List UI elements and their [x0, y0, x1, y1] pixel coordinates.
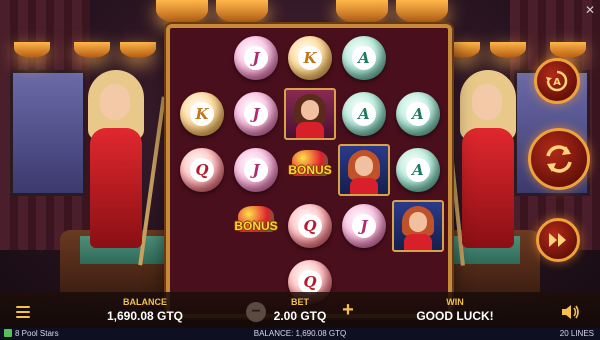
ceiling-lamp [336, 0, 388, 24]
pool-ball-icon: J [234, 148, 278, 192]
symbol-letter: K [298, 46, 322, 70]
symbol-letter: A [406, 158, 430, 182]
portrait-icon [392, 200, 444, 252]
game-background: K Q J J J BONUS K BONUS Q Q A A J A A A [0, 0, 600, 340]
balance-label: BALANCE [123, 297, 167, 307]
symbol-ball-j: J [230, 32, 282, 84]
left-window [10, 70, 86, 196]
pool-ball-icon: J [234, 92, 278, 136]
symbol-letter: K [190, 102, 214, 126]
plus-icon: + [342, 298, 354, 321]
symbol-letter: J [244, 46, 268, 70]
spin-button[interactable] [528, 128, 590, 190]
win-label: WIN [446, 297, 464, 307]
bonus-icon: BONUS [230, 206, 282, 246]
reel-grid: K Q J J J BONUS K BONUS Q Q A A J A A [166, 24, 452, 318]
autoplay-button[interactable]: A [534, 58, 580, 104]
pool-ball-icon: K [288, 36, 332, 80]
pool-ball-icon: J [234, 36, 278, 80]
pool-ball-icon: Q [180, 148, 224, 192]
close-icon: ✕ [584, 3, 596, 17]
status-bar: 8 Pool Stars BALANCE: 1,690.08 GTQ 20 LI… [0, 328, 600, 340]
symbol-letter: Q [298, 270, 322, 294]
ceiling-lamp [74, 42, 110, 58]
pool-ball-icon: K [180, 92, 224, 136]
pool-ball-icon: A [396, 148, 440, 192]
symbol-ball-a: A [338, 88, 390, 140]
sound-button[interactable] [560, 304, 580, 320]
ceiling-lamp [120, 42, 156, 58]
symbol-ball-a: A [392, 144, 444, 196]
bonus-label: BONUS [288, 163, 332, 177]
bet-label: BET [291, 297, 309, 307]
status-balance: BALANCE: 1,690.08 GTQ [253, 329, 347, 338]
bonus-icon: BONUS [284, 150, 336, 190]
symbol-bonus: BONUS [230, 200, 282, 252]
symbol-letter: J [352, 214, 376, 238]
symbol-ball-a: A [338, 32, 390, 84]
symbol-letter: J [244, 158, 268, 182]
symbol-letter: A [352, 46, 376, 70]
portrait-icon [284, 88, 336, 140]
symbol-letter: A [352, 102, 376, 126]
symbol-letter: J [244, 102, 268, 126]
ceiling-lamp [156, 0, 208, 24]
menu-icon [16, 306, 30, 308]
menu-button[interactable] [16, 306, 30, 318]
symbol-letter: Q [190, 158, 214, 182]
symbol-bonus: BONUS [284, 144, 336, 196]
sound-icon [560, 305, 580, 324]
svg-text:A: A [553, 77, 561, 88]
symbol-ball-j: J [230, 144, 282, 196]
pool-ball-icon: A [396, 92, 440, 136]
symbol-portrait-redhead [392, 200, 444, 252]
bonus-label: BONUS [234, 219, 278, 233]
symbol-letter: A [406, 102, 430, 126]
minus-icon: − [251, 303, 261, 320]
symbol-ball-a: A [392, 88, 444, 140]
symbol-ball-j: J [338, 200, 390, 252]
fast-forward-icon [547, 231, 569, 249]
hostess-right [448, 70, 528, 250]
win-value: GOOD LUCK! [416, 309, 494, 323]
symbol-ball-q: Q [176, 144, 228, 196]
pool-ball-icon: A [342, 36, 386, 80]
symbol-portrait-redhead [338, 144, 390, 196]
turbo-button[interactable] [536, 218, 580, 262]
ceiling-lamp [216, 0, 268, 24]
balance-value: 1,690.08 GTQ [106, 309, 184, 323]
hostess-left [76, 70, 156, 250]
ceiling-lamp [396, 0, 448, 24]
bet-increase-button[interactable]: + [338, 298, 358, 321]
bet-value: 2.00 GTQ [273, 309, 327, 323]
pool-ball-icon: A [342, 92, 386, 136]
close-button[interactable]: ✕ [584, 4, 596, 16]
autoplay-icon: A [545, 69, 569, 93]
symbol-portrait-brunette [284, 88, 336, 140]
symbol-ball-q: Q [284, 200, 336, 252]
pool-ball-icon: Q [288, 204, 332, 248]
symbol-ball-j: J [230, 88, 282, 140]
symbol-ball-k: K [176, 88, 228, 140]
portrait-icon [338, 144, 390, 196]
symbol-letter: Q [298, 214, 322, 238]
lines-count: 20 LINES [559, 329, 594, 338]
pool-ball-icon: J [342, 204, 386, 248]
symbol-ball-k: K [284, 32, 336, 84]
spin-icon [542, 142, 576, 176]
